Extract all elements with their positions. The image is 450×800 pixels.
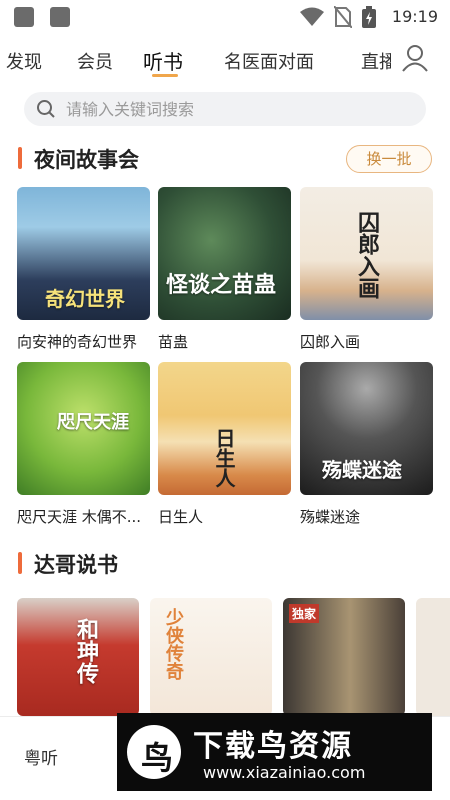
refresh-batch-button[interactable]: 换一批: [346, 145, 432, 173]
book-title[interactable]: 殇蝶迷途: [300, 506, 440, 527]
book-cover[interactable]: 殇蝶迷途: [300, 362, 433, 495]
book-title[interactable]: 向安神的奇幻世界: [17, 331, 157, 352]
section-title: 夜间故事会: [34, 148, 139, 172]
book-title[interactable]: 囚郎入画: [300, 331, 440, 352]
wifi-icon: [300, 7, 324, 26]
book-cover[interactable]: 囚郎入画: [300, 187, 433, 320]
book-title[interactable]: 日生人: [158, 506, 298, 527]
top-nav: 发现 会员 听书 名医面对面 直播: [0, 38, 450, 82]
book-cover[interactable]: 日生人: [158, 362, 291, 495]
search-bar[interactable]: [24, 92, 426, 126]
tab-live[interactable]: 直播: [361, 48, 391, 74]
section-title: 达哥说书: [34, 553, 118, 577]
book-cover[interactable]: 和珅传: [17, 598, 139, 716]
watermark-logo: 鸟: [127, 725, 181, 779]
active-tab-indicator: [152, 74, 178, 77]
book-cover[interactable]: 怪谈之苗蛊: [158, 187, 291, 320]
book-cover[interactable]: 独家: [283, 598, 405, 716]
book-title[interactable]: 咫尺天涯 木偶不...: [17, 506, 157, 527]
clock: 19:19: [391, 7, 438, 26]
tab-vip[interactable]: 会员: [77, 48, 113, 74]
watermark-url: www.xiazainiao.com: [203, 763, 366, 782]
book-cover[interactable]: 少侠传奇: [150, 598, 272, 716]
watermark-banner: 鸟 下载鸟资源 www.xiazainiao.com: [117, 713, 432, 791]
battery-icon: [362, 6, 376, 28]
tab-discover[interactable]: 发现: [6, 48, 42, 74]
section-marker: [18, 552, 22, 574]
section-marker: [18, 147, 22, 169]
notification-icon: [14, 7, 34, 27]
book-cover[interactable]: 咫尺天涯: [17, 362, 150, 495]
book-cover[interactable]: [416, 598, 450, 716]
book-cover[interactable]: 奇幻世界: [17, 187, 150, 320]
search-icon: [37, 100, 55, 118]
watermark-title: 下载鸟资源: [193, 729, 353, 764]
tab-audiobooks[interactable]: 听书: [143, 46, 183, 75]
user-icon[interactable]: [402, 44, 428, 72]
book-title[interactable]: 苗蛊: [158, 331, 298, 352]
status-bar: 19:19: [0, 0, 450, 34]
no-sim-icon: [334, 6, 352, 28]
notification-icon: [50, 7, 70, 27]
tab-doctors[interactable]: 名医面对面: [224, 48, 314, 74]
bottom-tab-label[interactable]: 粤听: [24, 744, 58, 769]
search-input[interactable]: [66, 92, 406, 126]
